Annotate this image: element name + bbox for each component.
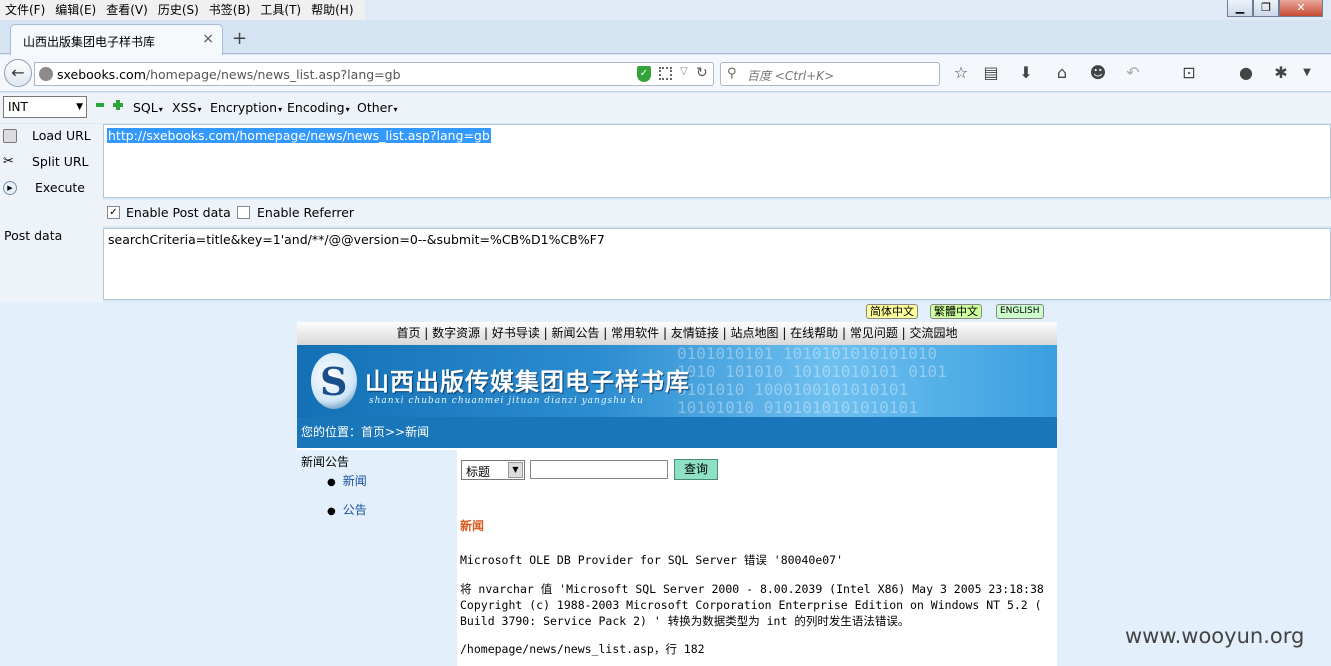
execute-button[interactable]: ▶ Execute — [0, 177, 100, 199]
new-tab-icon[interactable]: + — [232, 28, 247, 49]
undo-icon[interactable]: ↶ — [1122, 63, 1144, 83]
search-bar[interactable]: ⚲ 百度 <Ctrl+K> — [720, 62, 940, 86]
banner-binary-pattern: 0101010101 1010101010101010 1010 101010 … — [677, 345, 947, 417]
split-url-button[interactable]: ✂ Split URL — [0, 151, 100, 173]
error-message-line3: Build 3790: Service Pack 2) ' 转换为数据类型为 i… — [460, 614, 910, 628]
tab-active[interactable]: 山西出版集团电子样书库 × — [10, 24, 223, 55]
sql-menu[interactable]: SQL — [133, 100, 163, 115]
xss-menu[interactable]: XSS — [172, 100, 201, 115]
plus-icon[interactable] — [113, 100, 123, 110]
type-select[interactable]: INT ▼ — [3, 96, 87, 118]
minus-icon[interactable] — [96, 103, 104, 107]
enable-referrer-checkbox[interactable] — [237, 206, 250, 219]
site-logo: S — [311, 353, 357, 409]
home-icon[interactable]: ⌂ — [1051, 63, 1073, 83]
minimize-button[interactable]: ▁ — [1227, 0, 1253, 17]
clipboard-icon[interactable]: ▤ — [980, 63, 1002, 83]
menu-items: 文件(F) 编辑(E) 查看(V) 历史(S) 书签(B) 工具(T) 帮助(H… — [0, 0, 365, 20]
lang-simplified-button[interactable]: 简体中文 — [866, 304, 918, 319]
reload-icon[interactable]: ↻ — [696, 65, 708, 81]
banner-title: 山西出版传媒集团电子样书库 — [365, 368, 690, 396]
post-data-label: Post data — [4, 228, 63, 243]
shield-icon[interactable]: ✓ — [637, 66, 651, 82]
error-message-line1: 将 nvarchar 值 'Microsoft SQL Server 2000 … — [460, 582, 1044, 596]
dropdown-icon[interactable]: ▽ — [680, 66, 688, 77]
bug-icon[interactable]: ✱ — [1270, 63, 1292, 83]
download-icon[interactable]: ⬇ — [1015, 63, 1037, 83]
search-field-value: 标题 — [466, 465, 491, 479]
chat-face-icon[interactable]: ☻ — [1087, 63, 1109, 83]
url-textarea[interactable]: http://sxebooks.com/homepage/news/news_l… — [103, 124, 1331, 198]
lang-english-button[interactable]: ENGLISH — [996, 304, 1044, 319]
restore-button[interactable]: ❐ — [1253, 0, 1279, 17]
post-data-textarea[interactable]: searchCriteria=title&key=1'and/**/@@vers… — [103, 228, 1331, 300]
play-icon: ▶ — [3, 181, 17, 195]
menu-bar: 文件(F) 编辑(E) 查看(V) 历史(S) 书签(B) 工具(T) 帮助(H… — [0, 0, 1331, 20]
bookmark-star-icon[interactable]: ☆ — [950, 63, 972, 83]
main-content: 标题 ▼ 查询 新闻 Microsoft OLE DB Provider for… — [457, 450, 1057, 666]
encoding-menu[interactable]: Encoding — [287, 100, 350, 115]
menu-dropdown-icon[interactable]: ▼ — [1296, 63, 1318, 83]
tab-strip: 山西出版集团电子样书库 × + — [0, 20, 1331, 55]
left-sidebar-heading: 新闻公告 — [301, 455, 350, 469]
enable-post-checkbox[interactable]: ✓ — [107, 206, 120, 219]
enable-post-label: Enable Post data — [126, 205, 231, 220]
post-data-value: searchCriteria=title&key=1'and/**/@@vers… — [108, 232, 605, 247]
left-sidebar: 新闻公告 新闻 公告 — [297, 450, 457, 666]
sidebar-item-news[interactable]: 新闻 — [327, 472, 367, 489]
window-controls: ▁ ❐ ✕ — [1227, 0, 1323, 17]
menu-file[interactable]: 文件(F) — [0, 0, 50, 20]
close-window-button[interactable]: ✕ — [1279, 0, 1323, 17]
scissors-icon: ✂ — [3, 154, 14, 169]
qr-code-icon[interactable] — [659, 67, 672, 80]
search-button[interactable]: 查询 — [674, 459, 718, 480]
error-message-line2: Copyright (c) 1988-2003 Microsoft Corpor… — [460, 598, 1042, 612]
banner-subtitle: shanxi chuban chuanmei jituan dianzi yan… — [369, 396, 644, 406]
type-select-value: INT — [8, 100, 28, 114]
menu-history[interactable]: 历史(S) — [153, 0, 204, 20]
speech-bubble-icon[interactable]: ● — [1235, 63, 1257, 83]
error-location: /homepage/news/news_list.asp，行 182 — [460, 642, 705, 656]
back-button[interactable]: ← — [4, 59, 32, 87]
lang-traditional-button[interactable]: 繁體中文 — [930, 304, 982, 319]
load-url-icon — [3, 129, 17, 143]
crop-icon[interactable]: ⊡ — [1178, 63, 1200, 83]
menu-tools[interactable]: 工具(T) — [255, 0, 306, 20]
other-menu[interactable]: Other — [357, 100, 398, 115]
load-url-button[interactable]: Load URL — [0, 125, 100, 147]
page-content: 简体中文 繁體中文 ENGLISH 首页 | 数字资源 | 好书导读 | 新闻公… — [0, 302, 1331, 666]
back-arrow-icon: ← — [11, 63, 25, 82]
url-value: http://sxebooks.com/homepage/news/news_l… — [107, 128, 491, 143]
site-banner: 0101010101 1010101010101010 1010 101010 … — [297, 345, 1057, 417]
url-text: sxebooks.com/homepage/news/news_list.asp… — [57, 67, 401, 82]
sidebar-item-notice[interactable]: 公告 — [327, 501, 367, 518]
hackbar-options: ✓ Enable Post data Enable Referrer — [103, 200, 1331, 226]
enable-referrer-label: Enable Referrer — [257, 205, 355, 220]
site-top-nav[interactable]: 首页 | 数字资源 | 好书导读 | 新闻公告 | 常用软件 | 友情链接 | … — [297, 322, 1057, 345]
watermark: www.wooyun.org — [1125, 624, 1305, 648]
menu-bookmarks[interactable]: 书签(B) — [204, 0, 256, 20]
hackbar-toolbar: INT ▼ SQL XSS Encryption Encoding Other — [0, 93, 1331, 123]
breadcrumb: 您的位置：首页>>新闻 — [297, 417, 1057, 448]
search-field-select[interactable]: 标题 ▼ — [461, 460, 525, 480]
error-title: Microsoft OLE DB Provider for SQL Server… — [460, 553, 844, 567]
chevron-down-icon: ▼ — [508, 462, 523, 478]
menu-view[interactable]: 查看(V) — [101, 0, 153, 20]
keyword-input[interactable] — [530, 460, 668, 479]
chevron-down-icon: ▼ — [76, 102, 83, 112]
tab-title: 山西出版集团电子样书库 — [23, 35, 156, 49]
tab-close-icon[interactable]: × — [202, 31, 214, 47]
globe-icon — [39, 67, 53, 81]
navigation-bar: ← sxebooks.com/homepage/news/news_list.a… — [0, 55, 1331, 92]
site-frame: 首页 | 数字资源 | 好书导读 | 新闻公告 | 常用软件 | 友情链接 | … — [297, 322, 1057, 666]
url-bar[interactable]: sxebooks.com/homepage/news/news_list.asp… — [34, 62, 714, 86]
encryption-menu[interactable]: Encryption — [210, 100, 282, 115]
search-placeholder: 百度 <Ctrl+K> — [747, 69, 835, 83]
search-icon: ⚲ — [727, 66, 737, 81]
menu-help[interactable]: 帮助(H) — [306, 0, 358, 20]
news-section-label: 新闻 — [460, 519, 485, 533]
menu-edit[interactable]: 编辑(E) — [50, 0, 101, 20]
hackbar-sidebar: Load URL ✂ Split URL ▶ Execute — [0, 124, 103, 302]
